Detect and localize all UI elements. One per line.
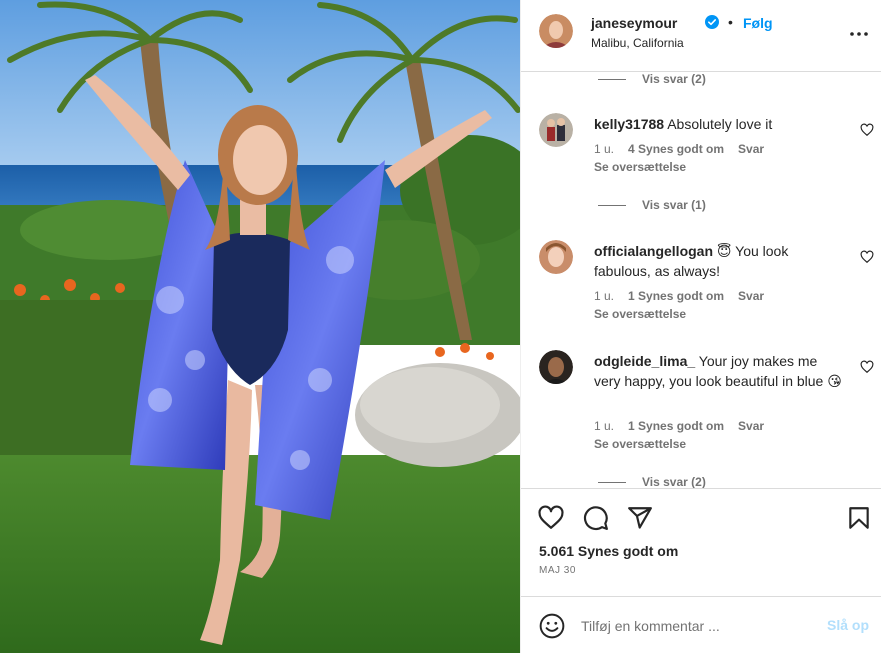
see-translation-button[interactable]: Se oversættelse <box>594 437 686 451</box>
replies-divider <box>598 78 626 80</box>
comment-likes[interactable]: 4 Synes godt om <box>628 142 724 156</box>
comment-text: officialangellogan 😇 You look fabulous, … <box>594 241 844 281</box>
comment-body: Absolutely love it <box>667 116 773 132</box>
author-username[interactable]: janeseymour <box>591 15 677 31</box>
comments-list[interactable]: Vis svar (2) kelly31788 Absolutely love … <box>521 73 881 488</box>
comment-likes[interactable]: 1 Synes godt om <box>628 289 724 303</box>
heart-icon[interactable] <box>538 505 564 531</box>
view-replies-label: Vis svar (2) <box>642 73 706 86</box>
comment-icon[interactable] <box>583 505 609 531</box>
comment-meta: 1 u. 1 Synes godt om Svar <box>594 419 764 433</box>
comment-username[interactable]: kelly31788 <box>594 116 664 132</box>
commenter-avatar[interactable] <box>539 240 573 274</box>
post-sidebar: janeseymour • Følg Malibu, California Vi… <box>520 0 881 653</box>
view-replies-button[interactable]: Vis svar (2) <box>598 475 706 488</box>
like-comment-icon[interactable] <box>860 123 874 137</box>
comment-input[interactable] <box>581 613 811 639</box>
post-image <box>0 0 520 653</box>
follow-button[interactable]: Følg <box>743 15 773 31</box>
post-header: janeseymour • Følg Malibu, California <box>521 0 881 72</box>
comment-username[interactable]: officialangellogan <box>594 243 713 259</box>
view-replies-button[interactable]: Vis svar (1) <box>598 198 706 212</box>
author-avatar[interactable] <box>539 14 573 48</box>
post-date[interactable]: MAJ 30 <box>539 565 576 576</box>
post-actions: 5.061 Synes godt om MAJ 30 <box>521 488 881 596</box>
comment-time[interactable]: 1 u. <box>594 142 614 156</box>
see-translation-button[interactable]: Se oversættelse <box>594 160 686 174</box>
comment-meta: 1 u. 4 Synes godt om Svar <box>594 142 764 156</box>
comment-time[interactable]: 1 u. <box>594 289 614 303</box>
header-separator: • <box>728 14 733 30</box>
view-replies-label: Vis svar (2) <box>642 475 706 488</box>
post-comment-button[interactable]: Slå op <box>827 617 869 633</box>
comment-meta: 1 u. 1 Synes godt om Svar <box>594 289 764 303</box>
see-translation-button[interactable]: Se oversættelse <box>594 307 686 321</box>
comment-time[interactable]: 1 u. <box>594 419 614 433</box>
emoji-icon[interactable] <box>539 613 565 639</box>
like-comment-icon[interactable] <box>860 250 874 264</box>
add-comment-bar: Slå op <box>521 596 881 653</box>
likes-count[interactable]: 5.061 Synes godt om <box>539 543 678 559</box>
bookmark-icon[interactable] <box>846 505 872 531</box>
comment-likes[interactable]: 1 Synes godt om <box>628 419 724 433</box>
verified-badge-icon <box>705 15 719 29</box>
replies-divider <box>598 204 626 206</box>
post-photo[interactable] <box>0 0 520 653</box>
comment-text: kelly31788 Absolutely love it <box>594 114 844 134</box>
view-replies-button[interactable]: Vis svar (2) <box>598 73 706 86</box>
commenter-avatar[interactable] <box>539 350 573 384</box>
reply-button[interactable]: Svar <box>738 419 764 433</box>
more-options-icon[interactable] <box>849 24 869 44</box>
post-location[interactable]: Malibu, California <box>591 36 684 50</box>
reply-button[interactable]: Svar <box>738 289 764 303</box>
view-replies-label: Vis svar (1) <box>642 198 706 212</box>
reply-button[interactable]: Svar <box>738 142 764 156</box>
replies-divider <box>598 481 626 483</box>
like-comment-icon[interactable] <box>860 360 874 374</box>
commenter-avatar[interactable] <box>539 113 573 147</box>
comment-text: odgleide_lima_ Your joy makes me very ha… <box>594 351 844 391</box>
share-icon[interactable] <box>627 505 653 531</box>
comment-username[interactable]: odgleide_lima_ <box>594 353 695 369</box>
